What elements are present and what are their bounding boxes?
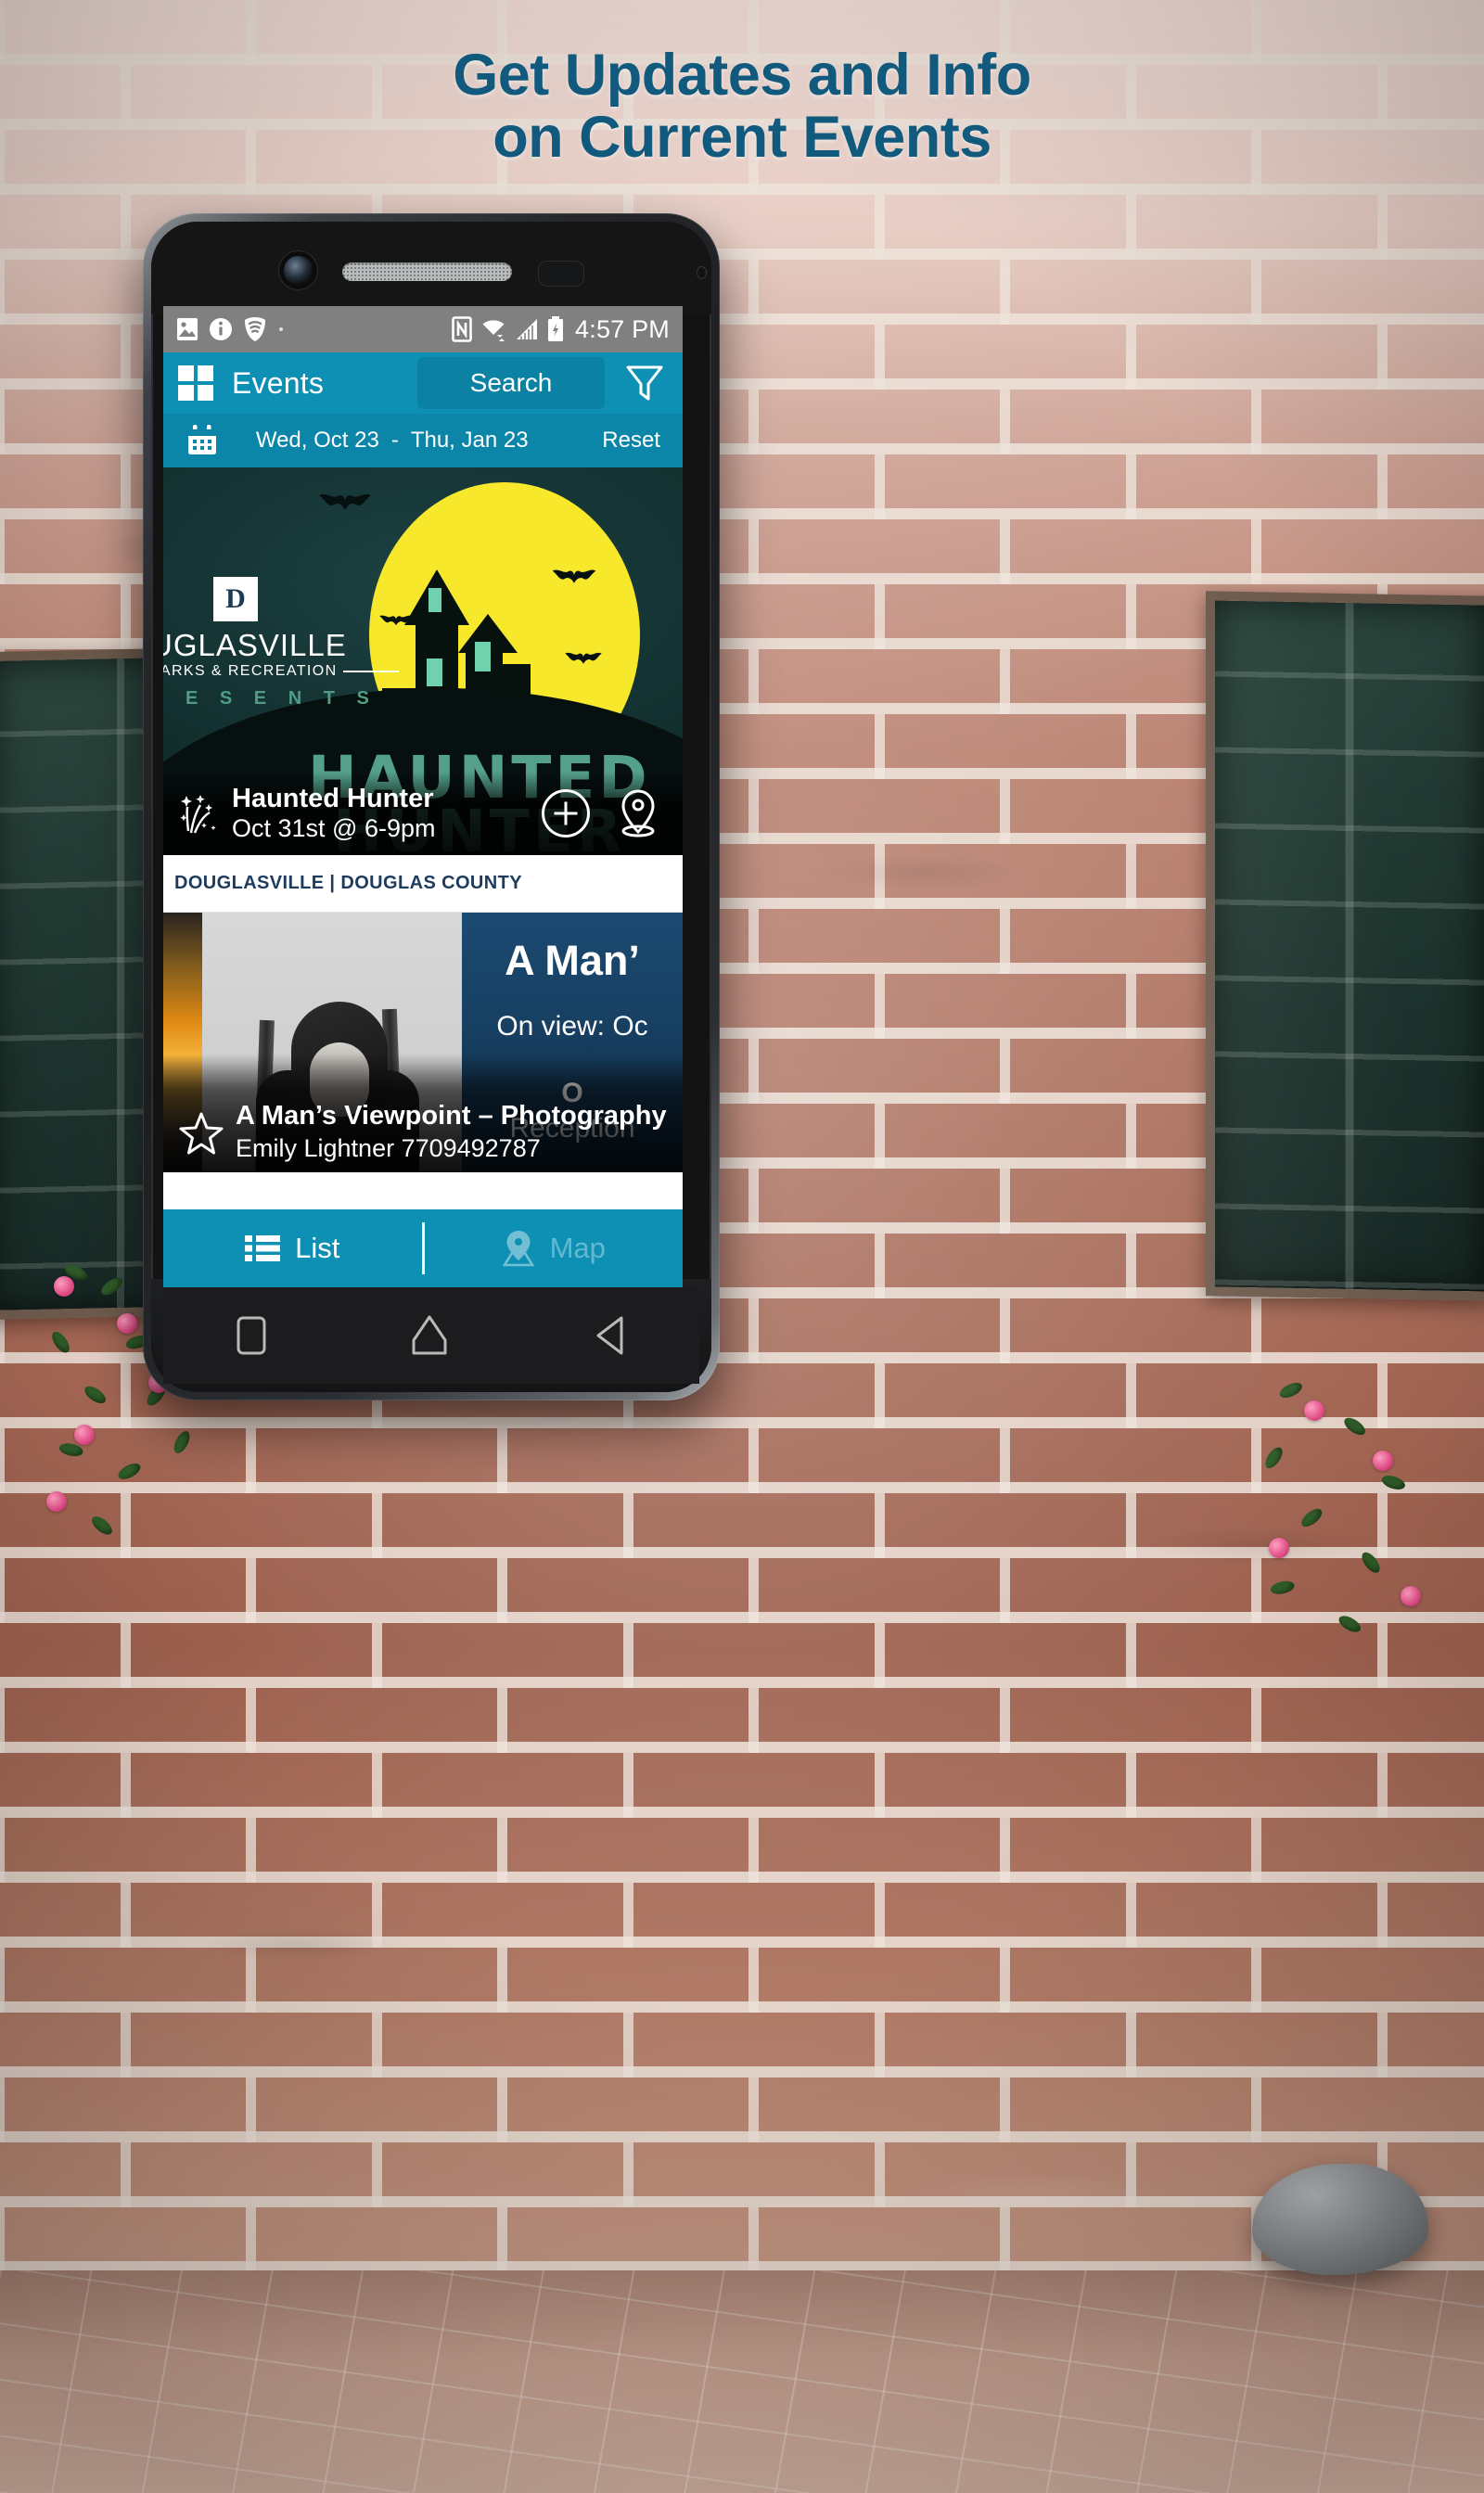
status-bar: 4:57 PM bbox=[163, 306, 683, 352]
fireworks-icon bbox=[180, 795, 216, 834]
tab-map-label: Map bbox=[549, 1232, 606, 1264]
map-pin-icon bbox=[502, 1231, 534, 1267]
event-datetime: Oct 31st @ 6-9pm bbox=[232, 813, 436, 842]
event-card-text: Haunted Hunter Oct 31st @ 6-9pm bbox=[232, 784, 435, 842]
tab-list[interactable]: List bbox=[163, 1209, 422, 1287]
events-list: D UGLASVILLE PARKS & RECREATION R E S E … bbox=[163, 467, 683, 1172]
event-card-haunted-hunter[interactable]: D UGLASVILLE PARKS & RECREATION R E S E … bbox=[163, 467, 683, 855]
event-card-actions bbox=[542, 787, 662, 839]
organizer-department: PARKS & RECREATION bbox=[163, 663, 399, 680]
tab-map[interactable]: Map bbox=[425, 1209, 684, 1287]
battery-charging-icon bbox=[548, 316, 564, 341]
app-bar: Events Search bbox=[163, 352, 683, 414]
led-indicator bbox=[697, 266, 707, 279]
back-triangle-icon[interactable] bbox=[591, 1314, 628, 1357]
reset-button[interactable]: Reset bbox=[602, 428, 660, 454]
date-filter-bar: Wed, Oct 23 - Thu, Jan 23 Reset bbox=[163, 414, 683, 467]
android-nav-bar bbox=[163, 1287, 699, 1384]
cellular-signal-icon bbox=[517, 319, 538, 339]
list-icon bbox=[245, 1235, 281, 1261]
logo-letter: D bbox=[225, 583, 246, 614]
bat-icon bbox=[319, 493, 371, 510]
headline-line-1: Get Updates and Info bbox=[453, 43, 1031, 108]
headline-line-2: on Current Events bbox=[493, 104, 991, 170]
card-banner: DOUGLASVILLE | DOUGLAS COUNTY bbox=[163, 855, 683, 913]
proximity-sensor bbox=[538, 261, 584, 287]
poster-presents: R E S E N T S bbox=[163, 688, 377, 709]
status-bar-right-icons: 4:57 PM bbox=[452, 315, 670, 344]
home-icon[interactable] bbox=[410, 1314, 449, 1357]
recents-square-icon[interactable] bbox=[235, 1314, 268, 1357]
organizer-name: UGLASVILLE bbox=[163, 628, 347, 662]
funnel-filter-icon[interactable] bbox=[623, 362, 666, 404]
search-button[interactable]: Search bbox=[417, 357, 605, 409]
bottom-tab-bar: List Map bbox=[163, 1209, 683, 1287]
tab-divider bbox=[421, 1222, 425, 1274]
logo-rule bbox=[342, 671, 399, 672]
poster-onview: On view: Oc bbox=[496, 1011, 648, 1042]
event-title: A Man’s Viewpoint – Photography Exhibit … bbox=[236, 1100, 668, 1131]
phone-mockup: 4:57 PM Events Search Wed, Oct 23 - Thu,… bbox=[143, 213, 720, 1400]
status-bar-left-icons bbox=[176, 316, 285, 342]
phone-top-bezel bbox=[151, 222, 711, 314]
info-icon bbox=[210, 318, 232, 340]
bat-icon bbox=[552, 569, 596, 583]
dot-icon bbox=[279, 327, 283, 331]
event-contact: Emily Lightner 7709492787 bbox=[236, 1133, 541, 1162]
map-pin-icon[interactable] bbox=[614, 787, 662, 839]
grid-menu-icon[interactable] bbox=[178, 365, 213, 401]
star-outline-icon[interactable] bbox=[178, 1111, 224, 1156]
event-card-text: A Man’s Viewpoint – Photography Exhibit … bbox=[236, 1100, 668, 1163]
status-bar-clock: 4:57 PM bbox=[575, 314, 670, 343]
page-title: Events bbox=[232, 365, 325, 400]
phone-screen: 4:57 PM Events Search Wed, Oct 23 - Thu,… bbox=[163, 306, 683, 1287]
event-card-photography-exhibit[interactable]: DOUGLASVILLE | DOUGLAS COUNTY A Man’ On … bbox=[163, 855, 683, 1172]
promo-headline: Get Updates and Info on Current Events bbox=[0, 45, 1484, 169]
tab-list-label: List bbox=[295, 1232, 340, 1264]
front-camera-icon bbox=[284, 256, 313, 285]
calendar-icon[interactable] bbox=[186, 424, 219, 457]
wifi-icon bbox=[482, 320, 505, 341]
organizer-logo: D UGLASVILLE PARKS & RECREATION R E S E … bbox=[163, 577, 399, 710]
event-card-footer: Haunted Hunter Oct 31st @ 6-9pm bbox=[163, 772, 683, 855]
organizer-department-text: PARKS & RECREATION bbox=[163, 663, 338, 679]
date-separator: - bbox=[390, 428, 399, 453]
image-icon bbox=[177, 318, 198, 340]
earpiece-speaker bbox=[342, 262, 512, 281]
add-circle-icon[interactable] bbox=[542, 789, 590, 837]
poster-heading: A Man’ bbox=[505, 937, 640, 984]
bat-icon bbox=[565, 652, 602, 664]
vpn-shield-icon bbox=[245, 317, 265, 341]
date-start[interactable]: Wed, Oct 23 bbox=[256, 428, 379, 454]
nfc-icon bbox=[452, 316, 472, 342]
logo-mark: D bbox=[213, 577, 258, 621]
event-title: Haunted Hunter bbox=[232, 784, 434, 814]
date-range[interactable]: Wed, Oct 23 - Thu, Jan 23 bbox=[256, 428, 529, 454]
card-banner-text: DOUGLASVILLE | DOUGLAS COUNTY bbox=[174, 873, 522, 893]
event-card-footer: A Man’s Viewpoint – Photography Exhibit … bbox=[163, 1054, 683, 1172]
date-end[interactable]: Thu, Jan 23 bbox=[411, 428, 529, 454]
